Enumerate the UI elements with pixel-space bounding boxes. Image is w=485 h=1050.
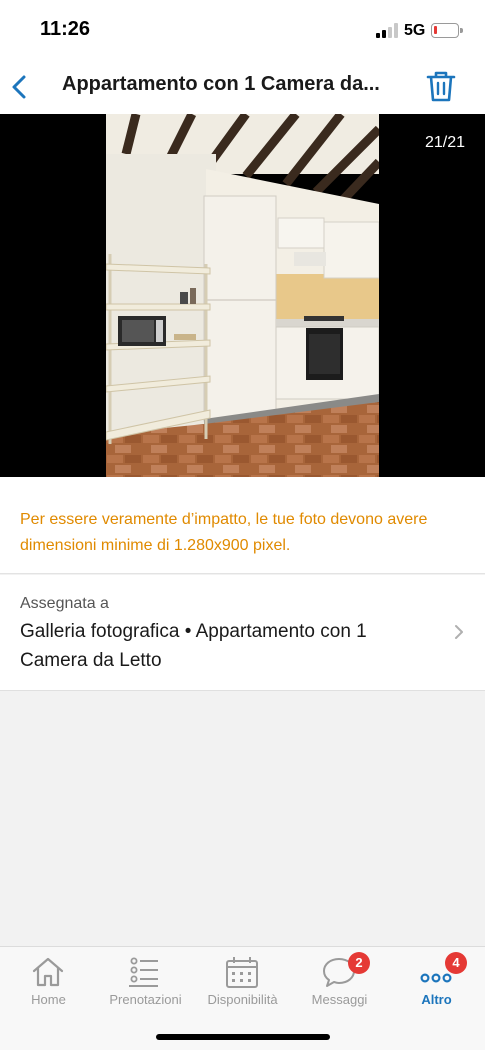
tab-home[interactable]: Home <box>0 947 97 1017</box>
kitchen-photo <box>106 114 379 477</box>
photo-counter: 21/21 <box>424 134 465 151</box>
tab-disponibilita-label: Disponibilità <box>207 992 278 1007</box>
tab-home-label: Home <box>31 992 66 1007</box>
chevron-left-icon <box>12 75 26 99</box>
messaggi-badge: 2 <box>348 952 370 974</box>
list-icon <box>129 957 158 987</box>
status-bar: 11:26 5G <box>0 0 485 60</box>
photo-viewer[interactable]: 21/21 <box>0 114 485 477</box>
tab-messaggi-label: Messaggi <box>311 992 368 1007</box>
network-label: 5G <box>404 22 426 39</box>
tab-altro-label: Altro <box>421 992 452 1007</box>
tab-messaggi[interactable]: 2 Messaggi <box>291 947 388 1017</box>
warning-section: Per essere veramente d’impatto, le tue f… <box>0 477 485 574</box>
assigned-value: Galleria fotografica • Appartamento con … <box>20 621 367 671</box>
page-title: Appartamento con 1 Camera da... <box>62 73 380 95</box>
calendar-icon <box>226 957 258 988</box>
assigned-label: Assegnata a <box>20 595 109 612</box>
trash-icon <box>426 71 456 102</box>
back-button[interactable] <box>6 66 42 108</box>
photo-size-warning: Per essere veramente d’impatto, le tue f… <box>20 511 428 554</box>
signal-icon <box>376 22 398 38</box>
tab-prenotazioni[interactable]: Prenotazioni <box>97 947 194 1017</box>
tab-altro[interactable]: 4 Altro <box>388 947 485 1017</box>
delete-button[interactable] <box>420 66 462 108</box>
status-time: 11:26 <box>40 18 91 40</box>
battery-icon <box>431 23 463 38</box>
altro-badge: 4 <box>445 952 467 974</box>
assigned-row[interactable]: Assegnata a Galleria fotografica • Appar… <box>0 575 485 691</box>
tab-disponibilita[interactable]: Disponibilità <box>194 947 291 1017</box>
home-icon <box>32 957 64 987</box>
nav-header: Appartamento con 1 Camera da... <box>0 60 485 114</box>
tab-prenotazioni-label: Prenotazioni <box>109 992 182 1007</box>
chevron-right-icon <box>455 625 463 639</box>
home-indicator[interactable] <box>156 1034 330 1040</box>
